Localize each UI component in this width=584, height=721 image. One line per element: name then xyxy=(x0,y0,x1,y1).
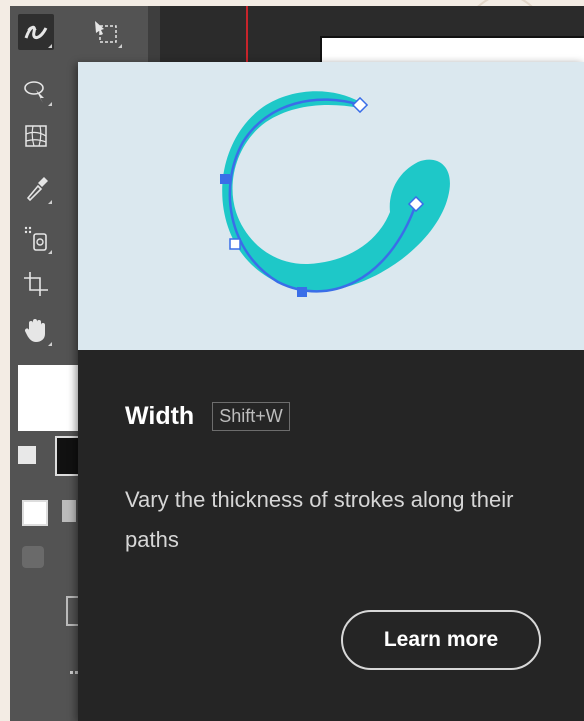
default-colors-icon[interactable] xyxy=(18,446,36,464)
fill-color-swatch[interactable] xyxy=(18,365,78,431)
eyedropper-tool-button[interactable] xyxy=(18,170,54,206)
flyout-indicator xyxy=(48,342,52,346)
keyboard-shortcut: Shift+W xyxy=(212,402,290,431)
slice-tool-icon xyxy=(24,272,48,296)
width-tool-button[interactable] xyxy=(18,14,54,50)
flyout-indicator xyxy=(48,250,52,254)
tool-description: Vary the thickness of strokes along thei… xyxy=(125,487,514,552)
eyedropper-tool-icon xyxy=(26,177,48,202)
width-tool-illustration xyxy=(220,91,450,297)
anchor-point-bottom xyxy=(297,287,307,297)
variable-stroke-shape xyxy=(222,91,450,292)
artboard-tool-button[interactable] xyxy=(88,14,124,50)
ruler-guide xyxy=(246,6,248,66)
flyout-indicator xyxy=(48,200,52,204)
fill-mode-button[interactable] xyxy=(22,500,48,526)
flyout-indicator xyxy=(48,102,52,106)
shaper-tool-icon xyxy=(24,81,44,103)
flyout-indicator xyxy=(48,44,52,48)
mesh-tool-icon xyxy=(25,125,47,147)
gradient-mode-button[interactable] xyxy=(62,500,76,522)
symbol-sprayer-tool-icon xyxy=(24,226,47,251)
shaper-tool-button[interactable] xyxy=(18,72,54,108)
flyout-indicator xyxy=(118,44,122,48)
learn-more-button[interactable]: Learn more xyxy=(341,610,541,670)
artboard-tool-icon xyxy=(95,21,117,43)
hand-tool-button[interactable] xyxy=(18,312,54,348)
symbol-sprayer-tool-button[interactable] xyxy=(18,220,54,256)
anchor-point-lower-left xyxy=(229,238,241,250)
slice-tool-button[interactable] xyxy=(18,266,54,302)
width-tool-icon xyxy=(24,25,48,39)
hand-tool-icon xyxy=(24,319,45,342)
tool-name: Width xyxy=(125,402,195,430)
draw-mode-button[interactable] xyxy=(22,546,44,568)
tool-tooltip: Width Shift+W Vary the thickness of stro… xyxy=(78,62,584,721)
tooltip-header: Width Shift+W xyxy=(125,402,290,431)
tool-preview xyxy=(78,62,584,350)
mesh-tool-button[interactable] xyxy=(18,118,54,154)
anchor-point-left xyxy=(220,174,230,184)
